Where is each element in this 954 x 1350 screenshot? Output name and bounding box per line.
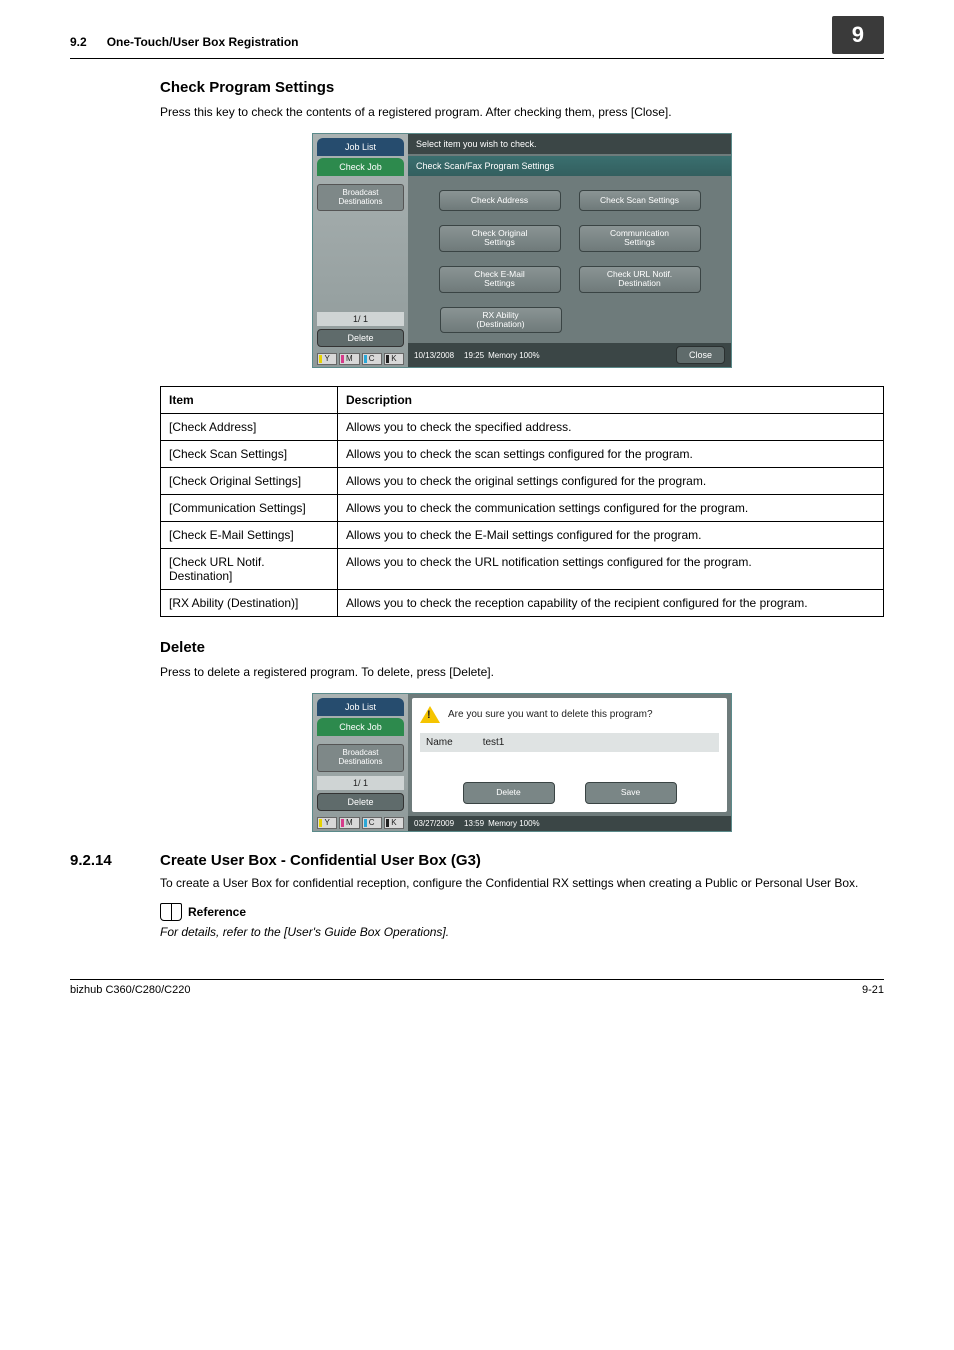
header-section-title: One-Touch/User Box Registration xyxy=(107,35,832,49)
broadcast-destinations-box[interactable]: Broadcast Destinations xyxy=(317,744,404,772)
subsection-number: 9.2.14 xyxy=(70,852,160,869)
communication-settings-button[interactable]: Communication Settings xyxy=(579,225,701,252)
subsection-body: To create a User Box for confidential re… xyxy=(160,875,884,892)
delete-intro: Press to delete a registered program. To… xyxy=(160,664,884,681)
footer-model: bizhub C360/C280/C220 xyxy=(70,984,190,996)
header-section-num: 9.2 xyxy=(70,35,87,49)
side-delete-button[interactable]: Delete xyxy=(317,329,404,347)
reference-label: Reference xyxy=(188,905,246,919)
footer-memory-pct: 100% xyxy=(519,819,539,828)
check-program-heading: Check Program Settings xyxy=(160,79,884,96)
reference-body: For details, refer to the [User's Guide … xyxy=(160,925,884,939)
side-page-indicator: 1/ 1 xyxy=(317,776,404,790)
table-row: [Check E-Mail Settings]Allows you to che… xyxy=(161,522,884,549)
confirm-delete-button[interactable]: Delete xyxy=(463,782,555,803)
footer-time: 13:59 xyxy=(464,819,484,828)
side-delete-button[interactable]: Delete xyxy=(317,793,404,811)
side-page-indicator: 1/ 1 xyxy=(317,312,404,326)
tab-check-job[interactable]: Check Job xyxy=(317,158,404,176)
footer-date: 03/27/2009 xyxy=(414,819,454,828)
reference-icon xyxy=(160,903,182,921)
check-original-settings-button[interactable]: Check Original Settings xyxy=(439,225,561,252)
footer-time: 19:25 xyxy=(464,351,484,360)
close-button[interactable]: Close xyxy=(676,346,725,364)
subsection-title: Create User Box - Confidential User Box … xyxy=(160,852,481,869)
table-row: [RX Ability (Destination)]Allows you to … xyxy=(161,590,884,617)
th-item: Item xyxy=(161,387,338,414)
rx-ability-button[interactable]: RX Ability (Destination) xyxy=(440,307,562,334)
table-row: [Communication Settings]Allows you to ch… xyxy=(161,495,884,522)
tab-job-list[interactable]: Job List xyxy=(317,138,404,156)
table-row: [Check Scan Settings]Allows you to check… xyxy=(161,441,884,468)
tab-job-list[interactable]: Job List xyxy=(317,698,404,716)
save-button[interactable]: Save xyxy=(585,782,677,803)
broadcast-destinations-box[interactable]: Broadcast Destinations xyxy=(317,184,404,212)
toner-levels: Y M C K xyxy=(317,351,404,367)
name-value: test1 xyxy=(483,737,505,748)
check-scan-settings-button[interactable]: Check Scan Settings xyxy=(579,190,701,211)
warning-icon xyxy=(420,706,440,723)
footer-date: 10/13/2008 xyxy=(414,351,454,360)
footer-memory-label: Memory xyxy=(488,819,517,828)
check-url-notif-button[interactable]: Check URL Notif. Destination xyxy=(579,266,701,293)
panel-top-message: Select item you wish to check. xyxy=(408,134,731,154)
toner-levels: Y M C K xyxy=(317,815,404,831)
name-label: Name xyxy=(426,737,453,748)
table-row: [Check Original Settings]Allows you to c… xyxy=(161,468,884,495)
panel-titlebar: Check Scan/Fax Program Settings xyxy=(408,156,731,176)
footer-memory-label: Memory xyxy=(488,351,517,360)
delete-warning-message: Are you sure you want to delete this pro… xyxy=(448,709,653,720)
table-row: [Check URL Notif. Destination]Allows you… xyxy=(161,549,884,590)
check-program-intro: Press this key to check the contents of … xyxy=(160,104,884,121)
check-email-settings-button[interactable]: Check E-Mail Settings xyxy=(439,266,561,293)
table-row: [Check Address]Allows you to check the s… xyxy=(161,414,884,441)
delete-screenshot: Job List Check Job Broadcast Destination… xyxy=(312,693,732,832)
check-address-button[interactable]: Check Address xyxy=(439,190,561,211)
th-desc: Description xyxy=(338,387,884,414)
footer-page: 9-21 xyxy=(862,984,884,996)
chapter-number-tab: 9 xyxy=(832,16,884,54)
tab-check-job[interactable]: Check Job xyxy=(317,718,404,736)
delete-heading: Delete xyxy=(160,639,884,656)
footer-memory-pct: 100% xyxy=(519,351,539,360)
check-program-table: Item Description [Check Address]Allows y… xyxy=(160,386,884,617)
check-program-screenshot: Job List Check Job Broadcast Destination… xyxy=(312,133,732,368)
